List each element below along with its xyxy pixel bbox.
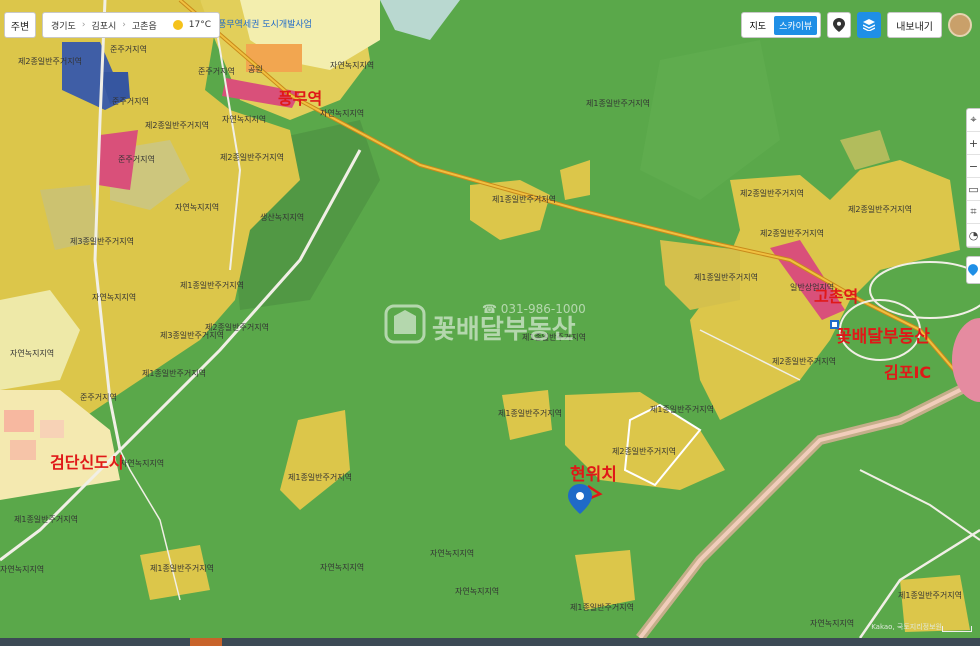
annotation-pungmu-station: 풍무역 bbox=[278, 89, 322, 108]
zone-label: 자연녹지지역 bbox=[10, 348, 54, 358]
zone-label: 제1종일반주거지역 bbox=[650, 404, 714, 414]
zone-label: 제1종일반주거지역 bbox=[498, 408, 562, 418]
zone-label: 제2종일반주거지역 bbox=[612, 446, 676, 456]
map-pin-icon bbox=[833, 18, 846, 32]
zone-label: 제1종일반주거지역 bbox=[570, 602, 634, 612]
zone-label: 준주거지역 bbox=[198, 66, 235, 76]
zone-label: 제1종일반주거지역 bbox=[694, 272, 758, 282]
avatar[interactable] bbox=[948, 13, 972, 37]
current-location-icon[interactable]: ⌖ bbox=[967, 109, 980, 132]
zone-label: 생산녹지지역 bbox=[260, 212, 304, 222]
zone-label: 자연녹지지역 bbox=[175, 202, 219, 212]
area-icon[interactable]: ◔ bbox=[967, 224, 980, 247]
watermark-brand: 꽃배달부동산 bbox=[432, 315, 576, 345]
zone-label: 제2종일반주거지역 bbox=[740, 188, 804, 198]
pin-tool[interactable] bbox=[966, 256, 980, 284]
zone-label: 제3종일반주거지역 bbox=[160, 330, 224, 340]
zone-label: 제1종일반주거지역 bbox=[586, 98, 650, 108]
chevron-right-icon: › bbox=[81, 20, 86, 30]
zone-label: 제1종일반주거지역 bbox=[288, 472, 352, 482]
zone-label: 자연녹지지역 bbox=[120, 458, 164, 468]
zoom-in-icon[interactable]: + bbox=[967, 132, 980, 155]
residential-patch bbox=[575, 550, 635, 610]
zone-label: 제2종일반주거지역 bbox=[220, 152, 284, 162]
top-left-controls: 주변 경기도 › 김포시 › 고촌읍 17°C bbox=[4, 12, 220, 38]
zone-label: 자연녹지지역 bbox=[92, 292, 136, 302]
zone-label: 제1종일반주거지역 bbox=[492, 194, 556, 204]
annotation-gochon-station: 고촌역 bbox=[814, 287, 858, 306]
bottom-bar-tab[interactable] bbox=[190, 638, 222, 646]
zone-label: 제1종일반주거지역 bbox=[150, 563, 214, 573]
watermark-phone: ☎ 031-986-1000 bbox=[482, 302, 586, 316]
zone-label: 제1종일반주거지역 bbox=[898, 590, 962, 600]
zone-label: 자연녹지지역 bbox=[430, 548, 474, 558]
map-type-skyview[interactable]: 스카이뷰 bbox=[774, 15, 818, 35]
scale-bar bbox=[942, 626, 972, 632]
zone-label: 제1종일반주거지역 bbox=[180, 280, 244, 290]
zone-label: 제2종일반주거지역 bbox=[772, 356, 836, 366]
zone-label: 제2종일반주거지역 bbox=[145, 120, 209, 130]
zone-label: 자연녹지지역 bbox=[320, 108, 364, 118]
annotation-flower-realestate: 꽃배달부동산 bbox=[836, 326, 930, 347]
breadcrumb-city[interactable]: 김포시 bbox=[91, 19, 116, 32]
bottom-bar bbox=[0, 638, 980, 646]
realestate-marker-icon[interactable] bbox=[830, 320, 839, 329]
map-banner: 풍무역세권 도시개발사업 bbox=[218, 18, 312, 30]
zone-label: 준주거지역 bbox=[112, 96, 149, 106]
temperature: 17°C bbox=[188, 20, 211, 30]
newtown-block bbox=[40, 420, 64, 438]
zone-label: 자연녹지지역 bbox=[320, 562, 364, 572]
map-type-toggle: 지도 스카이뷰 bbox=[740, 12, 822, 38]
newtown-block bbox=[10, 440, 36, 460]
zone-label: 자연녹지지역 bbox=[330, 60, 374, 70]
annotation-geomdan-newtown: 검단신도시 bbox=[50, 453, 124, 472]
map-attribution: Kakao, 국토지리정보원 bbox=[871, 623, 942, 631]
roadview-icon[interactable]: ▭ bbox=[967, 178, 980, 201]
zone-label: 자연녹지지역 bbox=[0, 564, 44, 574]
zone-label: 준주거지역 bbox=[110, 44, 147, 54]
zone-label: 자연녹지지역 bbox=[810, 618, 854, 628]
zone-label: 제1종일반주거지역 bbox=[142, 368, 206, 378]
zone-label: 준주거지역 bbox=[80, 392, 117, 402]
breadcrumb: 경기도 › 김포시 › 고촌읍 17°C bbox=[42, 12, 220, 38]
zone-label: 공원 bbox=[248, 65, 263, 74]
zone-label: 제3종일반주거지역 bbox=[70, 236, 134, 246]
zone-label: 제2종일반주거지역 bbox=[760, 228, 824, 238]
export-button[interactable]: 내보내기 bbox=[887, 12, 942, 38]
chevron-right-icon: › bbox=[122, 20, 126, 30]
nearby-button[interactable]: 주변 bbox=[4, 12, 36, 38]
zoom-out-icon[interactable]: − bbox=[967, 155, 980, 178]
zone-label: 자연녹지지역 bbox=[455, 586, 499, 596]
location-button[interactable] bbox=[827, 12, 852, 38]
breadcrumb-town[interactable]: 고촌읍 bbox=[132, 19, 157, 32]
zone-label: 제1종일반주거지역 bbox=[14, 514, 78, 524]
zone-label: 자연녹지지역 bbox=[222, 114, 266, 124]
layers-button[interactable] bbox=[857, 12, 882, 38]
map-tool-rail: ⌖ + − ▭ ⌗ ◔ bbox=[966, 108, 980, 248]
map-pin-icon bbox=[968, 264, 978, 276]
layers-icon bbox=[863, 19, 876, 31]
zone-label: 준주거지역 bbox=[118, 154, 155, 164]
annotation-gimpo-ic: 김포IC bbox=[884, 363, 931, 382]
sun-icon bbox=[172, 20, 183, 30]
newtown-block bbox=[4, 410, 34, 432]
zone-label: 제2종일반주거지역 bbox=[18, 56, 82, 66]
breadcrumb-province[interactable]: 경기도 bbox=[51, 19, 76, 32]
measure-icon[interactable]: ⌗ bbox=[967, 201, 980, 224]
zoning-map[interactable]: 제2종일반주거지역 준주거지역 준주거지역 준주거지역 자연녹지지역 제2종일반… bbox=[0, 0, 980, 638]
top-right-controls: 지도 스카이뷰 내보내기 bbox=[740, 12, 972, 38]
map-type-map[interactable]: 지도 bbox=[745, 16, 772, 35]
zone-label: 제2종일반주거지역 bbox=[848, 204, 912, 214]
annotation-current-location: 현위치 bbox=[570, 465, 617, 485]
